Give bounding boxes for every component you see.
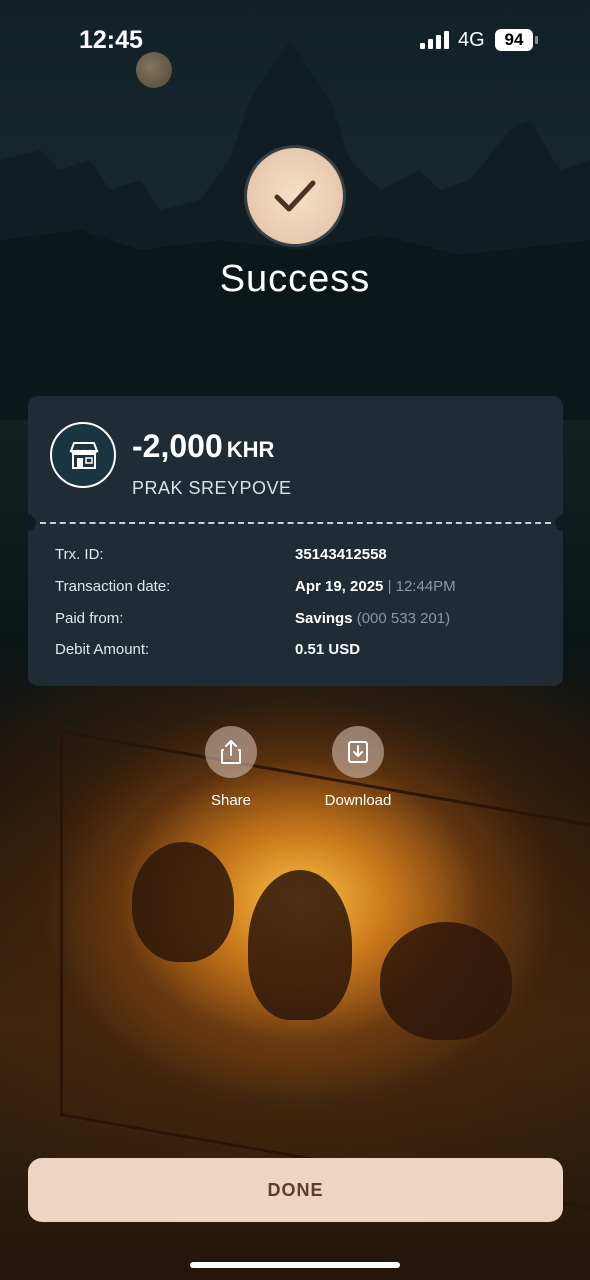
detail-row-trx-id: Trx. ID: 35143412558 <box>55 546 535 568</box>
detail-label: Transaction date: <box>55 578 171 595</box>
card-notch <box>20 515 36 531</box>
merchant-name: PRAK SREYPOVE <box>132 478 292 498</box>
share-button-circle[interactable] <box>205 726 257 778</box>
detail-label: Paid from: <box>55 610 124 627</box>
dashed-divider <box>40 522 551 524</box>
share-button[interactable]: Share <box>181 726 281 809</box>
page-title: Success <box>219 258 371 300</box>
detail-value: 0.51 USD <box>295 641 360 658</box>
download-button[interactable]: Download <box>308 726 408 809</box>
detail-row-paid-from: Paid from: Savings (000 533 201) <box>55 610 535 632</box>
home-indicator[interactable] <box>190 1262 400 1268</box>
checkmark-icon <box>274 180 316 212</box>
battery-cap <box>535 36 538 44</box>
detail-row-debit: Debit Amount: 0.51 USD <box>55 641 535 663</box>
amount-currency: KHR <box>226 437 275 462</box>
puppet-silhouette <box>132 842 234 962</box>
puppet-silhouette <box>248 870 352 1020</box>
amount-value: -2,000 <box>132 428 223 464</box>
download-label: Download <box>324 792 392 809</box>
detail-value-main: 35143412558 <box>295 546 387 563</box>
detail-value-main: Apr 19, 2025 <box>295 578 384 595</box>
download-button-circle[interactable] <box>332 726 384 778</box>
detail-row-date: Transaction date: Apr 19, 2025 | 12:44PM <box>55 578 535 600</box>
detail-value: Apr 19, 2025 | 12:44PM <box>295 578 456 595</box>
signal-strength-icon <box>420 31 450 49</box>
detail-value-main: 0.51 USD <box>295 641 361 658</box>
detail-value-time: | 12:44PM <box>387 578 456 595</box>
network-type: 4G <box>458 29 485 51</box>
puppet-silhouette <box>380 922 512 1040</box>
transaction-amount: -2,000 KHR <box>132 428 274 465</box>
success-badge <box>247 148 343 244</box>
detail-label: Debit Amount: <box>55 641 150 658</box>
detail-value-account: (000 533 201) <box>356 610 451 627</box>
detail-value: Savings (000 533 201) <box>295 610 450 627</box>
status-time: 12:45 <box>79 26 143 54</box>
share-label: Share <box>210 792 252 809</box>
receipt-card: -2,000 KHR PRAK SREYPOVE Trx. ID: 3514341… <box>20 396 571 686</box>
download-icon <box>348 741 368 763</box>
store-icon <box>50 422 116 488</box>
status-bar: 12:45 4G 94 <box>0 0 590 80</box>
done-button[interactable]: DONE <box>28 1158 563 1222</box>
detail-value: 35143412558 <box>295 546 387 563</box>
card-notch <box>555 515 571 531</box>
battery-icon: 94 <box>495 29 533 51</box>
detail-label: Trx. ID: <box>55 546 104 563</box>
detail-value-main: Savings <box>295 610 353 627</box>
share-icon <box>221 740 241 764</box>
